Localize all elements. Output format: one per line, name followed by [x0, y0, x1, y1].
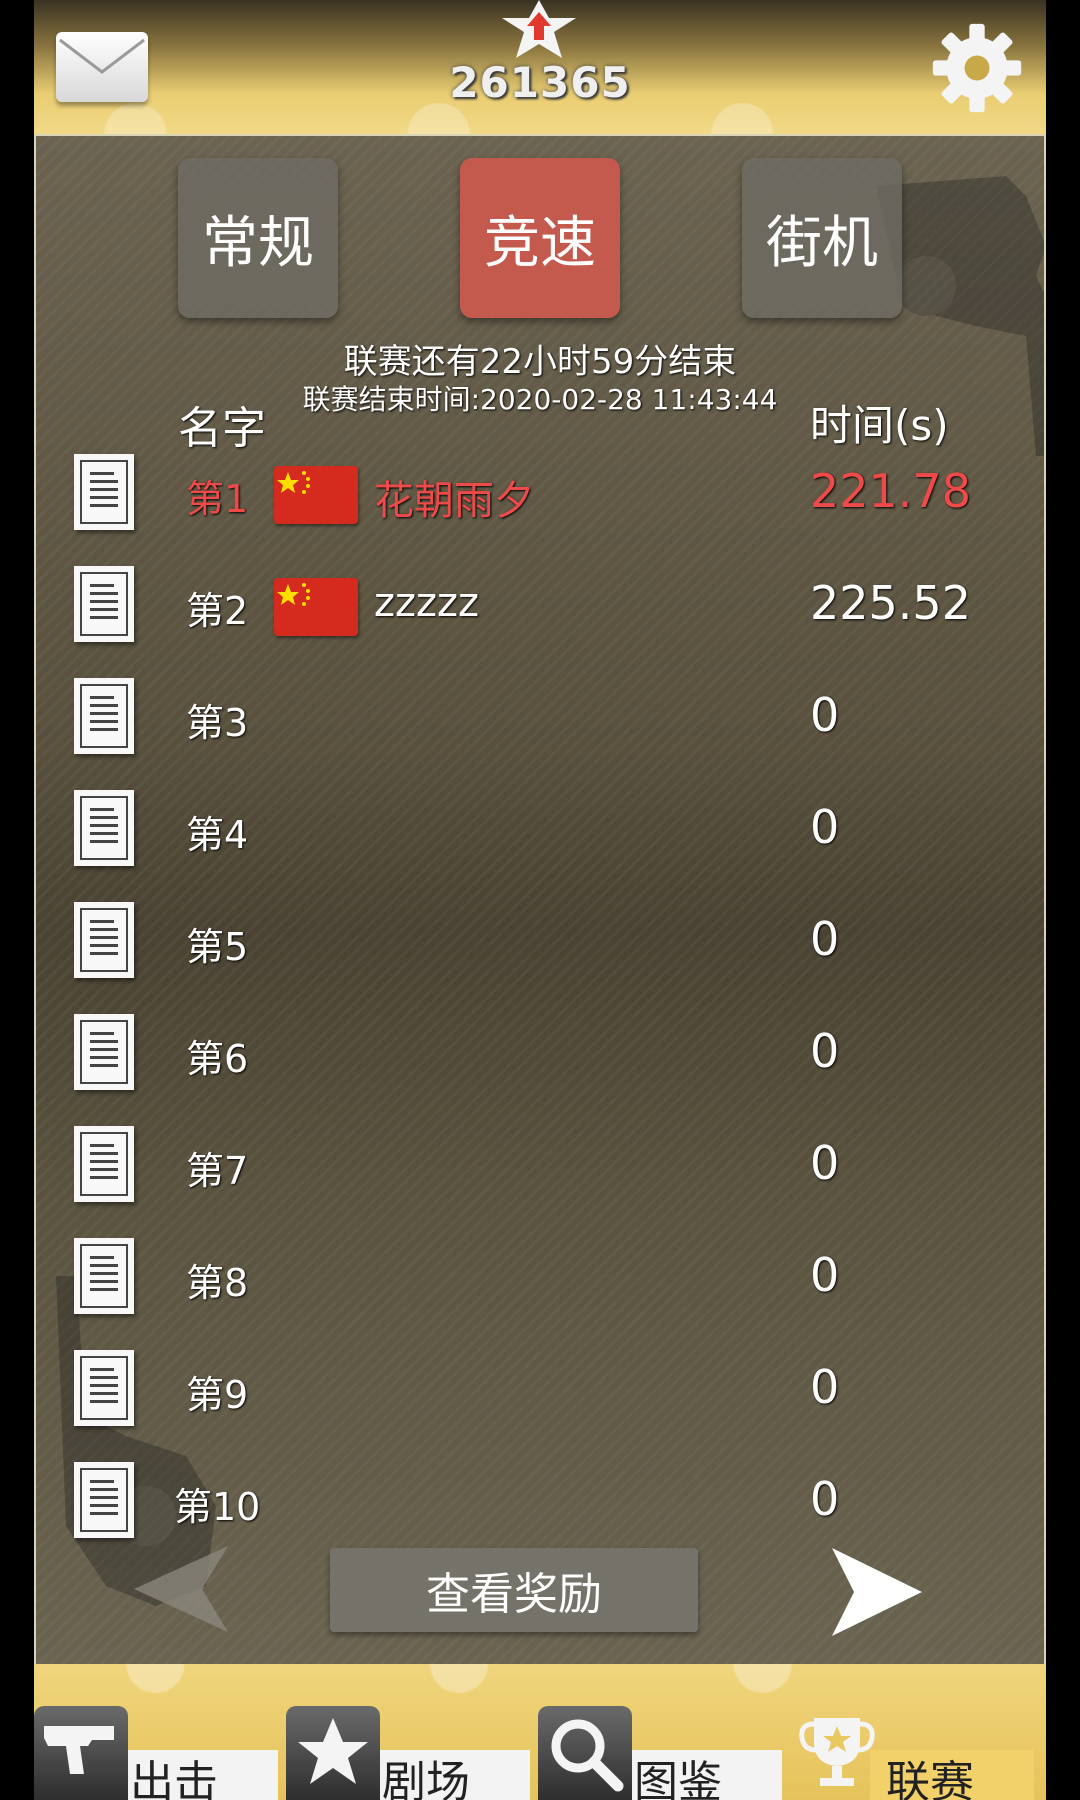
nav-label-theater: 剧场: [382, 1757, 470, 1800]
star-up-icon: [502, 0, 576, 58]
rank-label: 第6: [186, 1037, 249, 1081]
pistol-icon: [34, 1706, 128, 1800]
nav-item-gallery[interactable]: 图鉴: [538, 1664, 790, 1800]
document-icon[interactable]: [74, 1126, 134, 1202]
score-value: 261365: [449, 58, 631, 107]
prev-page-arrow-icon[interactable]: [128, 1544, 238, 1634]
document-icon[interactable]: [74, 1462, 134, 1538]
bottom-nav: 出击 剧场 图鉴 联赛: [34, 1664, 1046, 1800]
document-icon[interactable]: [74, 902, 134, 978]
rank-label: 第4: [186, 813, 249, 857]
document-icon[interactable]: [74, 1350, 134, 1426]
nav-label-gallery: 图鉴: [634, 1757, 722, 1800]
nav-label-attack: 出击: [130, 1757, 218, 1800]
player-time: 0: [810, 1024, 840, 1078]
league-panel: 常规 竞速 街机 联赛还有22小时59分结束 联赛结束时间:2020-02-28…: [34, 134, 1046, 1666]
rank-label: 第7: [186, 1149, 249, 1193]
rank-label: 第2: [186, 589, 249, 633]
leaderboard-row: 第9 0: [36, 1350, 1044, 1462]
player-time: 0: [810, 1248, 840, 1302]
tab-speed[interactable]: 竞速: [460, 158, 620, 318]
league-countdown: 联赛还有22小时59分结束: [343, 342, 737, 382]
leaderboard-row: 第5 0: [36, 902, 1044, 1014]
gear-icon[interactable]: [929, 20, 1025, 116]
tab-regular[interactable]: 常规: [178, 158, 338, 318]
player-time: 0: [810, 1136, 840, 1190]
leaderboard-row: 第7 0: [36, 1126, 1044, 1238]
rank-label: 第8: [186, 1261, 249, 1305]
leaderboard-row: 第8 0: [36, 1238, 1044, 1350]
trophy-icon: [790, 1706, 884, 1800]
leaderboard-row: 第6 0: [36, 1014, 1044, 1126]
search-icon: [538, 1706, 632, 1800]
view-rewards-button[interactable]: 查看奖励: [330, 1548, 698, 1632]
leaderboard-row: 第4 0: [36, 790, 1044, 902]
document-icon[interactable]: [74, 790, 134, 866]
document-icon[interactable]: [74, 566, 134, 642]
top-bar: 261365: [34, 0, 1046, 134]
next-page-arrow-icon[interactable]: [826, 1546, 926, 1638]
china-flag-icon: [274, 466, 358, 524]
china-flag-icon: [274, 578, 358, 636]
document-icon[interactable]: [74, 678, 134, 754]
document-icon[interactable]: [74, 454, 134, 530]
player-time: 0: [810, 912, 840, 966]
rank-label: 第1: [186, 477, 249, 521]
document-icon[interactable]: [74, 1014, 134, 1090]
rank-label: 第3: [186, 701, 249, 745]
column-header-name: 名字: [178, 403, 266, 454]
player-name: zzzzz: [374, 580, 479, 626]
player-time: 0: [810, 1360, 840, 1414]
star-icon: [286, 1706, 380, 1800]
player-time: 221.78: [810, 464, 971, 518]
player-name: 花朝雨夕: [374, 478, 534, 524]
leaderboard-row: 第2 zzzzz 225.52: [36, 566, 1044, 678]
rank-label: 第9: [186, 1373, 249, 1417]
player-time: 0: [810, 688, 840, 742]
nav-item-league[interactable]: 联赛: [790, 1664, 1042, 1800]
leaderboard-row: 第3 0: [36, 678, 1044, 790]
nav-label-league: 联赛: [886, 1757, 974, 1800]
column-header-time: 时间(s): [810, 401, 949, 450]
tab-arcade[interactable]: 街机: [742, 158, 902, 318]
player-time: 0: [810, 1472, 840, 1526]
app-frame: 261365 常规 竞速 街机 联赛还有22小时59分结束 联赛结束时间:202…: [34, 0, 1046, 1800]
nav-item-theater[interactable]: 剧场: [286, 1664, 538, 1800]
player-time: 0: [810, 800, 840, 854]
document-icon[interactable]: [74, 1238, 134, 1314]
player-time: 225.52: [810, 576, 971, 630]
rank-label: 第5: [186, 925, 249, 969]
rank-label: 第10: [174, 1485, 261, 1529]
nav-item-attack[interactable]: 出击: [34, 1664, 286, 1800]
leaderboard-row: 第1 花朝雨夕 221.78: [36, 454, 1044, 566]
